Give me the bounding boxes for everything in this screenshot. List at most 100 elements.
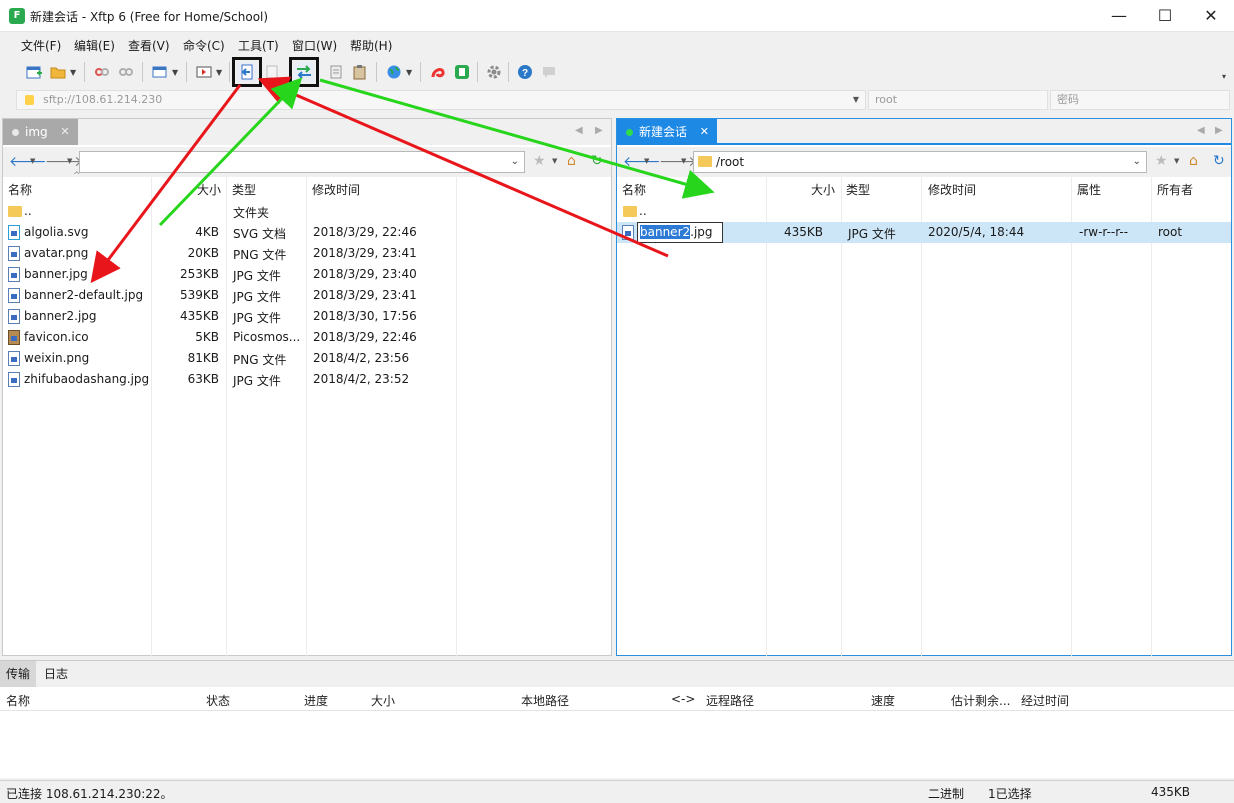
menu-view[interactable]: 查看(V) [128,37,170,54]
host-field[interactable]: sftp://108.61.214.230 ▼ [16,90,866,110]
forward-icon[interactable]: 🡒 [45,153,83,170]
back-dropdown-icon[interactable]: ▼ [644,157,649,165]
terminal-icon[interactable] [194,62,214,82]
new-window-dropdown-icon[interactable]: ▼ [172,68,178,77]
tab-close-icon[interactable]: ✕ [700,119,709,145]
forward-dropdown-icon[interactable]: ▼ [67,157,72,165]
col-size[interactable]: 大小 [811,181,835,198]
col-progress[interactable]: 进度 [304,692,328,709]
new-session-icon[interactable] [24,62,44,82]
col-modified[interactable]: 修改时间 [928,181,976,198]
path-dropdown-icon[interactable]: ⌄ [1133,152,1141,172]
open-folder-icon[interactable] [48,62,68,82]
rename-input[interactable]: banner2.jpg [637,222,723,243]
close-window-button[interactable]: ✕ [1188,0,1234,32]
menu-file[interactable]: 文件(F) [21,37,61,54]
disconnect-icon[interactable] [92,62,112,82]
remote-path-input[interactable]: /root ⌄ [693,151,1147,173]
col-name[interactable]: 名称 [622,181,646,198]
tab-prev-icon[interactable]: ◀ [1197,125,1205,136]
maximize-button[interactable]: ☐ [1142,0,1188,32]
toolbar-overflow-icon[interactable]: ▾ [1222,72,1226,81]
menu-window[interactable]: 窗口(W) [292,37,337,54]
tab-next-icon[interactable]: ▶ [1215,125,1223,136]
xshell-icon[interactable] [428,62,448,82]
paste-icon[interactable] [326,62,346,82]
bookmark-dropdown-icon[interactable]: ▼ [552,157,557,165]
open-dropdown-icon[interactable]: ▼ [70,68,76,77]
password-field[interactable]: 密码 [1050,90,1230,110]
home-icon[interactable]: ⌂ [567,153,576,169]
menu-command[interactable]: 命令(C) [183,37,225,54]
username-field[interactable]: root [868,90,1048,110]
list-item[interactable]: banner2-default.jpg 539KB JPG 文件 2018/3/29,… [3,285,611,306]
col-owner[interactable]: 所有者 [1157,181,1193,198]
list-item[interactable]: .. 文件夹 [3,201,611,222]
col-status[interactable]: 状态 [206,692,230,709]
tab-transfer[interactable]: 传输 [0,661,37,687]
tab-new-session[interactable]: 新建会话 ✕ [617,119,718,145]
list-item[interactable]: weixin.png 81KB PNG 文件 2018/4/2, 23:56 [3,348,611,369]
list-item[interactable]: zhifubaodashang.jpg 63KB JPG 文件 2018/4/2, 2… [3,369,611,390]
transfer-mode[interactable]: 二进制 [928,785,964,802]
back-icon[interactable]: 🡐 [9,153,47,170]
tab-next-icon[interactable]: ▶ [595,125,603,136]
bookmark-icon[interactable]: ★ [1155,153,1168,169]
file-modified: 2018/4/2, 23:52 [313,372,410,386]
list-item[interactable]: algolia.svg 4KB SVG 文档 2018/3/29, 22:46 [3,222,611,243]
bookmark-icon[interactable]: ★ [533,153,546,169]
minimize-button[interactable]: — [1096,0,1142,32]
reconnect-icon[interactable] [116,62,136,82]
col-size[interactable]: 大小 [371,692,395,709]
transfer-to-left-icon[interactable] [232,57,262,87]
tab-prev-icon[interactable]: ◀ [575,125,583,136]
col-attributes[interactable]: 属性 [1077,181,1101,198]
settings-icon[interactable] [484,62,504,82]
col-local-path[interactable]: 本地路径 [521,692,569,709]
terminal-dropdown-icon[interactable]: ▼ [216,68,222,77]
list-item[interactable]: banner2.jpg 435KB JPG 文件 2020/5/4, 18:44… [617,222,1231,243]
menu-edit[interactable]: 编辑(E) [74,37,115,54]
list-item[interactable]: banner.jpg 253KB JPG 文件 2018/3/29, 23:40 [3,264,611,285]
col-name[interactable]: 名称 [6,692,30,709]
col-name[interactable]: 名称 [8,181,32,198]
list-item[interactable]: banner2.jpg 435KB JPG 文件 2018/3/30, 17:56 [3,306,611,327]
list-item[interactable]: avatar.png 20KB PNG 文件 2018/3/29, 23:41 [3,243,611,264]
col-type[interactable]: 类型 [232,181,256,198]
copy-icon[interactable] [262,62,282,82]
globe-icon[interactable] [384,62,404,82]
col-modified[interactable]: 修改时间 [312,181,360,198]
col-speed[interactable]: 速度 [871,692,895,709]
col-elapsed[interactable]: 经过时间 [1021,692,1069,709]
back-icon[interactable]: 🡐 [623,153,661,170]
tab-log[interactable]: 日志 [38,661,74,687]
col-remote-path[interactable]: 远程路径 [706,692,754,709]
list-item[interactable]: .. [617,201,1231,222]
local-path-input[interactable]: ⌄ [79,151,525,173]
globe-dropdown-icon[interactable]: ▼ [406,68,412,77]
forward-icon[interactable]: 🡒 [659,153,697,170]
list-item[interactable]: favicon.ico 5KB Picosmos... 2018/3/29, 22:4… [3,327,611,348]
chat-icon[interactable] [539,62,559,82]
bookmark-dropdown-icon[interactable]: ▼ [1174,157,1179,165]
back-dropdown-icon[interactable]: ▼ [30,157,35,165]
xftp-icon[interactable] [452,62,472,82]
col-type[interactable]: 类型 [846,181,870,198]
clipboard-icon[interactable] [350,62,370,82]
refresh-icon[interactable]: ↻ [1213,153,1225,169]
new-window-icon[interactable] [150,62,170,82]
tab-img[interactable]: img ✕ [3,119,78,145]
home-icon[interactable]: ⌂ [1189,153,1198,169]
menu-tools[interactable]: 工具(T) [238,37,279,54]
col-direction[interactable]: <-> [671,692,695,706]
col-size[interactable]: 大小 [197,181,221,198]
col-eta[interactable]: 估计剩余... [951,692,1010,709]
menu-help[interactable]: 帮助(H) [350,37,392,54]
path-dropdown-icon[interactable]: ⌄ [511,152,519,172]
host-dropdown-icon[interactable]: ▼ [853,91,859,109]
sync-transfer-icon[interactable] [289,57,319,87]
forward-dropdown-icon[interactable]: ▼ [681,157,686,165]
refresh-icon[interactable]: ↻ [591,153,603,169]
tab-close-icon[interactable]: ✕ [60,119,69,145]
help-icon[interactable]: ? [515,62,535,82]
